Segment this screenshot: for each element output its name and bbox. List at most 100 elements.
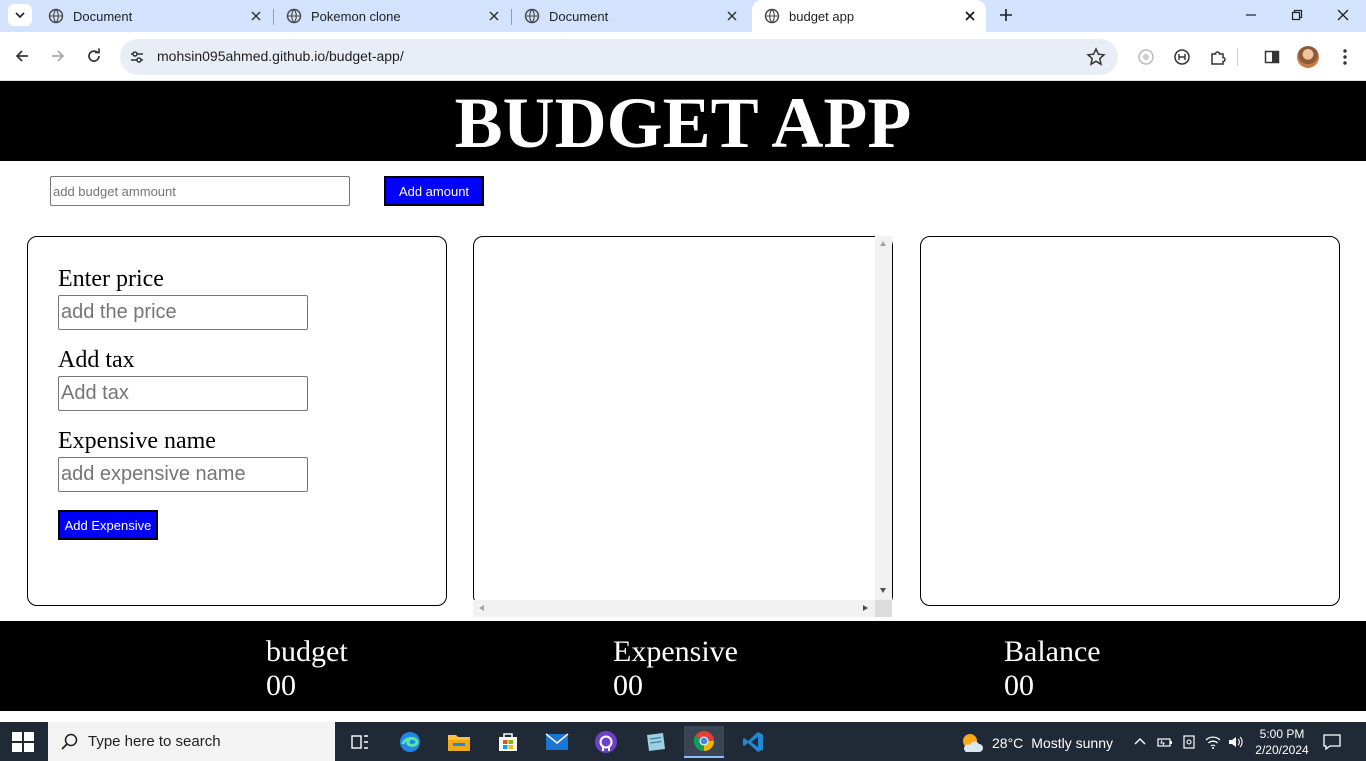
tab-title: budget app (789, 8, 855, 24)
tab-document-1[interactable]: Document (36, 0, 272, 32)
globe-icon (286, 8, 302, 24)
toolbar-divider (1237, 48, 1238, 66)
close-tab-icon[interactable] (484, 6, 504, 26)
kebab-menu-icon[interactable] (1333, 45, 1357, 69)
close-icon (1337, 9, 1349, 21)
wifi-icon[interactable] (1205, 734, 1221, 750)
tab-search-button[interactable] (8, 4, 32, 26)
expense-name-input[interactable] (58, 457, 308, 492)
reload-icon (88, 48, 100, 62)
globe-icon (764, 8, 780, 24)
arrow-right-icon (52, 50, 65, 62)
tab-pokemon-clone[interactable]: Pokemon clone (274, 0, 510, 32)
clock-time: 5:00 PM (1259, 727, 1305, 741)
horizontal-scrollbar[interactable] (473, 600, 875, 617)
bookmark-star-icon[interactable] (1086, 47, 1106, 67)
new-tab-button[interactable] (994, 3, 1018, 27)
extension-icon-2[interactable] (1170, 45, 1194, 69)
address-bar[interactable]: mohsin095ahmed.github.io/budget-app/ (120, 39, 1118, 75)
weather-description: Mostly sunny (1031, 735, 1113, 751)
windows-taskbar: Type here to search 28°C Mostly sunny 5:… (0, 722, 1366, 761)
meet-now-icon[interactable] (1181, 734, 1197, 750)
partly-sunny-icon (963, 734, 983, 752)
budget-value: 00 (266, 669, 296, 702)
scrollbar-corner (875, 600, 892, 617)
tab-title: Document (549, 8, 609, 24)
search-placeholder: Type here to search (88, 733, 221, 750)
tab-title: Document (73, 8, 133, 24)
edge-browser-icon[interactable] (390, 726, 430, 758)
balance-stat: Balance 00 (1004, 635, 1101, 703)
puzzle-extensions-icon[interactable] (1206, 45, 1230, 69)
clock-date: 2/20/2024 (1255, 743, 1309, 757)
file-explorer-icon[interactable] (439, 726, 479, 758)
scroll-left-arrow-icon[interactable] (479, 605, 484, 611)
expense-stat: Expensive 00 (613, 635, 738, 703)
weather-temperature: 28°C (992, 735, 1024, 751)
plus-icon (1000, 9, 1012, 21)
tab-strip: Document Pokemon clone Document budget a… (0, 0, 1366, 32)
side-panel-icon[interactable] (1260, 45, 1284, 69)
browser-toolbar: mohsin095ahmed.github.io/budget-app/ (0, 32, 1366, 81)
summary-panel (920, 236, 1340, 606)
close-tab-icon[interactable] (960, 6, 980, 26)
scroll-up-arrow-icon[interactable] (880, 241, 886, 246)
expense-label: Expensive (613, 635, 738, 668)
add-amount-button[interactable]: Add amount (384, 176, 484, 206)
battery-icon[interactable] (1157, 734, 1173, 750)
chevron-down-icon (15, 12, 25, 19)
mail-icon[interactable] (537, 726, 577, 758)
forward-button[interactable] (45, 43, 71, 69)
balance-value: 00 (1004, 669, 1034, 702)
back-button[interactable] (9, 43, 35, 69)
weather-widget[interactable]: 28°C Mostly sunny (960, 732, 1113, 754)
minimize-button[interactable] (1228, 0, 1274, 30)
web-page: BUDGET APP Add amount Enter price Add ta… (0, 81, 1366, 722)
expense-form-panel: Enter price Add tax Expensive name (27, 236, 447, 606)
notepad-app-icon[interactable] (635, 726, 675, 758)
notification-center-icon[interactable] (1322, 732, 1342, 752)
close-tab-icon[interactable] (722, 6, 742, 26)
close-tab-icon[interactable] (246, 6, 266, 26)
budget-stat: budget 00 (266, 635, 348, 703)
site-info-icon[interactable] (128, 48, 146, 66)
search-icon (61, 733, 78, 750)
expense-value: 00 (613, 669, 643, 702)
arrow-left-icon (15, 50, 28, 62)
add-expense-button[interactable]: Add Expensive (58, 510, 158, 540)
vertical-scrollbar[interactable] (875, 236, 892, 601)
price-input[interactable] (58, 295, 308, 330)
url-text: mohsin095ahmed.github.io/budget-app/ (157, 48, 404, 64)
scroll-right-arrow-icon[interactable] (863, 605, 868, 611)
globe-icon (524, 8, 540, 24)
windows-start-icon[interactable] (12, 732, 34, 752)
profile-avatar[interactable] (1297, 46, 1319, 68)
task-view-icon[interactable] (340, 726, 380, 758)
chrome-icon[interactable] (684, 726, 724, 758)
vscode-icon[interactable] (733, 726, 773, 758)
tax-input[interactable] (58, 376, 308, 411)
restore-icon (1291, 9, 1303, 21)
price-label: Enter price (58, 266, 164, 292)
extension-icon-1[interactable] (1134, 45, 1158, 69)
reload-button[interactable] (81, 43, 107, 69)
taskbar-search-box[interactable]: Type here to search (48, 722, 335, 761)
chevron-up-icon[interactable] (1132, 734, 1148, 750)
minimize-icon (1246, 14, 1256, 16)
expense-name-label: Expensive name (58, 428, 216, 454)
totals-bar: budget 00 Expensive 00 Balance 00 (0, 621, 1366, 711)
github-desktop-icon[interactable] (586, 726, 626, 758)
system-clock[interactable]: 5:00 PM 2/20/2024 (1250, 726, 1314, 758)
tax-label: Add tax (58, 347, 135, 373)
scroll-down-arrow-icon[interactable] (880, 588, 886, 593)
tab-budget-app[interactable]: budget app (752, 0, 986, 32)
globe-icon (48, 8, 64, 24)
budget-amount-input[interactable] (50, 176, 350, 206)
microsoft-store-icon[interactable] (488, 726, 528, 758)
tab-title: Pokemon clone (311, 8, 401, 24)
close-window-button[interactable] (1320, 0, 1366, 30)
restore-button[interactable] (1274, 0, 1320, 30)
balance-label: Balance (1004, 635, 1101, 668)
volume-icon[interactable] (1227, 734, 1243, 750)
tab-document-2[interactable]: Document (512, 0, 748, 32)
